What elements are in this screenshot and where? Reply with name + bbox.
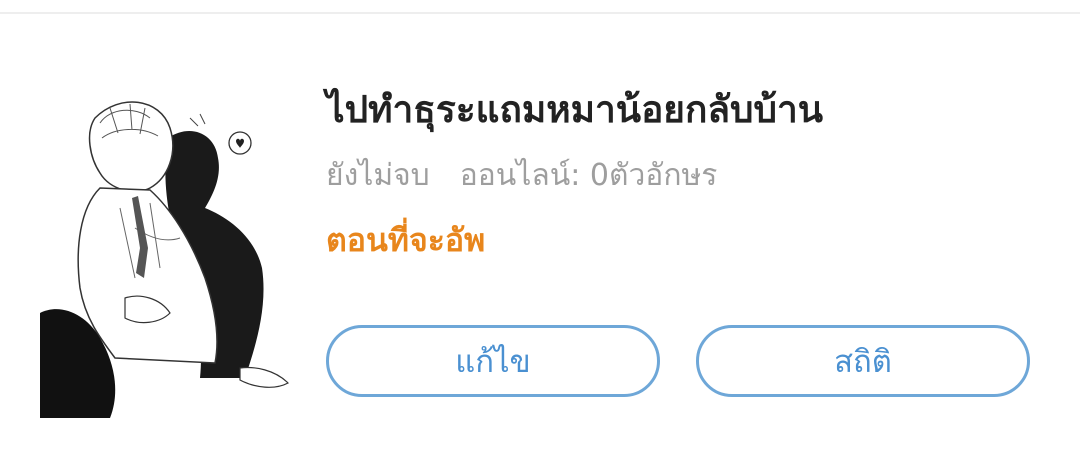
upcoming-episode-label[interactable]: ตอนที่จะอัพ <box>326 220 1046 260</box>
story-info: ไปทำธุระแถมหมาน้อยกลับบ้าน ยังไม่จบ ออนไล… <box>326 80 1046 260</box>
cover-image[interactable] <box>40 78 296 418</box>
stats-button[interactable]: สถิติ <box>696 325 1030 397</box>
online-count-label: ออนไลน์: 0ตัวอักษร <box>459 158 718 193</box>
status-label: ยังไม่จบ <box>326 158 430 193</box>
story-title[interactable]: ไปทำธุระแถมหมาน้อยกลับบ้าน <box>326 80 866 140</box>
cover-illustration <box>40 78 296 418</box>
story-meta: ยังไม่จบ ออนไลน์: 0ตัวอักษร <box>326 156 1046 196</box>
action-buttons: แก้ไข สถิติ <box>326 325 1036 401</box>
edit-button[interactable]: แก้ไข <box>326 325 660 397</box>
story-card: ไปทำธุระแถมหมาน้อยกลับบ้าน ยังไม่จบ ออนไล… <box>0 14 1080 449</box>
